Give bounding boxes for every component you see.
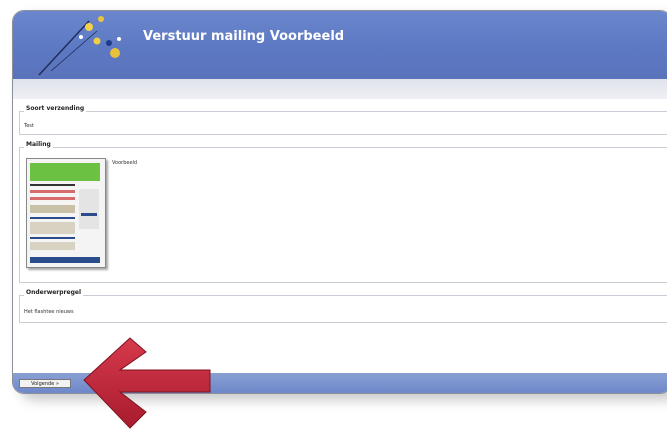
- page-title: Verstuur mailing Voorbeeld: [143, 29, 345, 44]
- section-label: Mailing: [24, 141, 53, 148]
- section-mailing: Mailing Voorbeeld: [19, 141, 667, 283]
- mailing-preview-thumbnail[interactable]: [26, 158, 106, 268]
- header-subbar: [13, 79, 667, 99]
- mailing-name: Voorbeeld: [112, 160, 138, 166]
- section-label: Soort verzending: [24, 105, 87, 112]
- section-onderwerpregel: Onderwerpregel Het flashtee nieuws: [19, 289, 667, 323]
- next-button[interactable]: Volgende »: [19, 379, 71, 388]
- logo-icon: [38, 16, 121, 76]
- section-soort-verzending: Soort verzending Test: [19, 105, 667, 135]
- section-label: Onderwerpregel: [24, 289, 84, 296]
- pointer-arrow-icon: [83, 337, 211, 429]
- section-value: Het flashtee nieuws: [24, 309, 74, 315]
- form-content: Soort verzending Test Mailing Voorbeeld: [19, 103, 667, 373]
- section-value: Test: [24, 123, 34, 129]
- page-header: Verstuur mailing Voorbeeld: [13, 11, 667, 79]
